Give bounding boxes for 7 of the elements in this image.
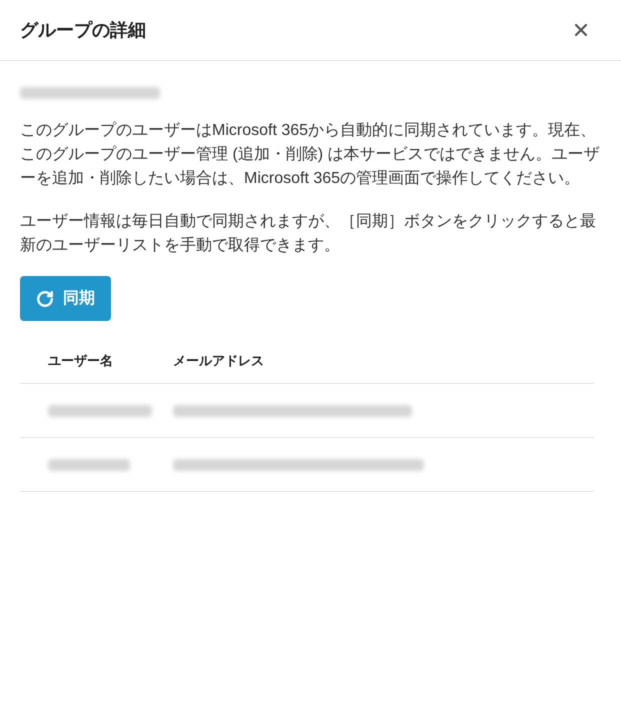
sync-button[interactable]: 同期	[20, 276, 111, 321]
dialog-title: グループの詳細	[20, 18, 146, 42]
column-header: メールアドレス	[173, 352, 264, 368]
description-paragraph: このグループのユーザーはMicrosoft 365から自動的に同期されています。現在、このグループのユーザー管理 (追加・削除) は本サービスではできません。ユーザーを追加・削除したい場合は、Microsoft 365の管理画面で操作してください。	[20, 120, 601, 189]
column-header: ユーザー名	[48, 352, 113, 368]
refresh-icon	[36, 290, 54, 308]
description-paragraph: ユーザー情報は毎日自動で同期されますが、［同期］ボタンをクリックすると最新のユーザーリストを手動で取得できます。	[20, 212, 597, 256]
